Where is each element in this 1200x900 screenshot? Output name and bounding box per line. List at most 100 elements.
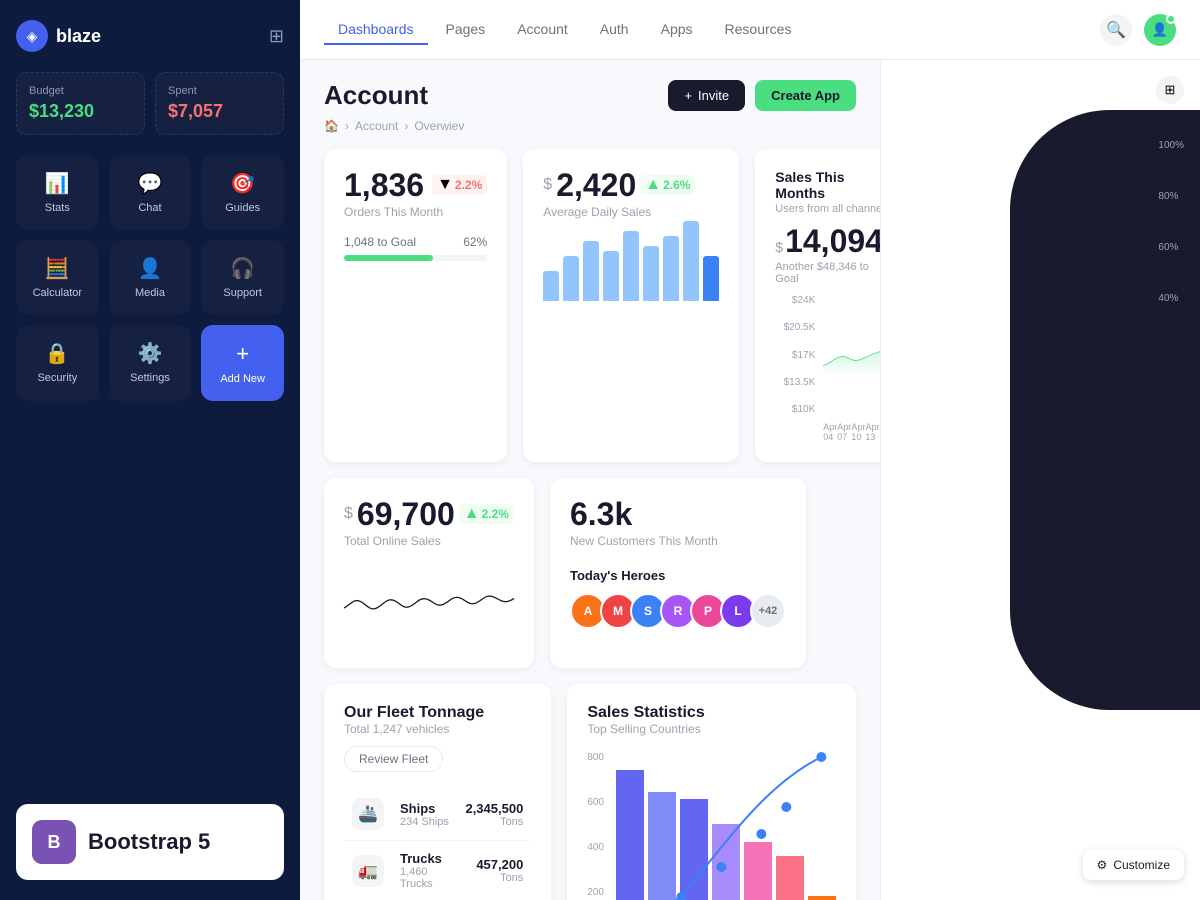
trucks-sub: 1,460 Trucks (400, 866, 449, 890)
progress-header: 1,048 to Goal 62% (344, 235, 487, 249)
breadcrumb-sep1: › (345, 119, 349, 133)
sidebar-item-stats[interactable]: 📊 Stats (16, 155, 99, 230)
orders-change-badge: ▼ 2.2% (432, 175, 487, 195)
media-label: Media (135, 287, 165, 299)
sidebar-item-chat[interactable]: 💬 Chat (109, 155, 192, 230)
x-label-2: Apr 07 (837, 422, 851, 442)
sales-line-chart (823, 295, 880, 415)
mini-bar-4 (623, 231, 639, 301)
sidebar-item-guides[interactable]: 🎯 Guides (201, 155, 284, 230)
table-row: 🚛 Trucks 1,460 Trucks 457,200 Tons (344, 841, 531, 900)
sidebar-item-add-new[interactable]: + Add New (201, 325, 284, 401)
pct-60: 60% (1158, 242, 1184, 253)
table-row: 🚢 Ships 234 Ships 2,345,500 Tons (344, 788, 531, 841)
mini-bar-6 (663, 236, 679, 301)
mini-bar-2 (583, 241, 599, 301)
nav-link-resources[interactable]: Resources (711, 15, 806, 45)
heroes-section: Today's Heroes A M S R P L +42 (570, 568, 786, 629)
sales-month-value: 14,094 (785, 225, 880, 257)
mini-bar-8 (703, 256, 719, 301)
sidebar-header: ◈ blaze ⊞ (16, 20, 284, 52)
page-header: Account + Invite Create App (324, 80, 856, 111)
sidebar-item-support[interactable]: 🎧 Support (201, 240, 284, 315)
stats-grid-2: $ 69,700 ▲ 2.2% Total Online Sales (324, 478, 856, 668)
chart-panel-content: ⊞ 100% 80% 60% 40% ⚙ Customize (881, 60, 1200, 900)
line-overlay (627, 752, 836, 900)
mini-bar-5 (643, 246, 659, 301)
budget-value: $13,230 (29, 101, 132, 122)
sales-stats-sub: Top Selling Countries (587, 722, 836, 736)
bar-y-800: 800 (587, 752, 604, 763)
daily-sales-card: $ 2,420 ▲ 2.6% Average Daily Sales (523, 149, 739, 462)
invite-plus-icon: + (684, 88, 692, 103)
pct-80: 80% (1158, 191, 1184, 202)
pct-40: 40% (1158, 293, 1184, 304)
review-fleet-button[interactable]: Review Fleet (344, 746, 443, 772)
customize-button[interactable]: ⚙ Customize (1083, 850, 1184, 880)
nav-link-apps[interactable]: Apps (647, 15, 707, 45)
search-button[interactable]: 🔍 (1100, 14, 1132, 46)
sales-month-card: Sales This Months Users from all channel… (755, 149, 880, 462)
chart-area (881, 104, 1200, 900)
x-label-3: Apr 10 (851, 422, 865, 442)
sales-month-title: Sales This Months (775, 169, 880, 201)
sidebar-item-security[interactable]: 🔒 Security (16, 325, 99, 401)
invite-button[interactable]: + Invite (668, 80, 745, 111)
daily-sales-prefix: $ (543, 176, 552, 194)
breadcrumb: 🏠 › Account › Overwiev (324, 119, 856, 133)
chart-icon-1[interactable]: ⊞ (1156, 76, 1184, 104)
sales-month-prefix: $ (775, 239, 783, 255)
ships-icon: 🚢 (352, 798, 384, 830)
page-actions: + Invite Create App (668, 80, 856, 111)
heroes-avatars: A M S R P L +42 (570, 593, 786, 629)
y-label-5: $10K (775, 404, 815, 415)
online-sales-prefix: $ (344, 505, 353, 523)
mini-bar-7 (683, 221, 699, 301)
x-label-4: Apr 13 (865, 422, 879, 442)
sales-month-sub: Users from all channels (775, 203, 880, 215)
budget-label: Budget (29, 85, 132, 97)
online-sales-change: 2.2% (482, 507, 509, 521)
page-title: Account (324, 80, 428, 111)
fleet-subtitle: Total 1,247 vehicles (344, 722, 531, 736)
online-sales-card: $ 69,700 ▲ 2.2% Total Online Sales (324, 478, 534, 668)
sidebar: ◈ blaze ⊞ Budget $13,230 Spent $7,057 📊 … (0, 0, 300, 900)
stats-label: Stats (45, 202, 70, 214)
nav-link-auth[interactable]: Auth (586, 15, 643, 45)
nav-link-account[interactable]: Account (503, 15, 582, 45)
sidebar-item-calculator[interactable]: 🧮 Calculator (16, 240, 99, 315)
bootstrap-label: Bootstrap 5 (88, 829, 210, 855)
mini-bar-0 (543, 271, 559, 301)
online-sales-arrow: ▲ (464, 505, 480, 523)
logo-area: ◈ blaze (16, 20, 101, 52)
support-label: Support (223, 287, 262, 299)
ships-unit: Tons (465, 816, 523, 828)
daily-sales-label: Average Daily Sales (543, 205, 719, 219)
mini-bar-chart (543, 231, 719, 301)
logo-icon: ◈ (16, 20, 48, 52)
daily-sales-value: 2,420 (556, 169, 636, 201)
orders-card: 1,836 ▼ 2.2% Orders This Month 1,048 to … (324, 149, 507, 462)
spent-card: Spent $7,057 (155, 72, 284, 135)
sidebar-item-media[interactable]: 👤 Media (109, 240, 192, 315)
sidebar-item-settings[interactable]: ⚙️ Settings (109, 325, 192, 401)
sidebar-menu-icon[interactable]: ⊞ (269, 26, 284, 47)
x-label-1: Apr 04 (823, 422, 837, 442)
nav-link-pages[interactable]: Pages (432, 15, 500, 45)
page-area: Account + Invite Create App 🏠 › Account … (300, 60, 1200, 900)
mini-bar-1 (563, 256, 579, 301)
customers-value: 6.3k (570, 498, 632, 530)
ships-sub: 234 Ships (400, 816, 449, 828)
heroes-title: Today's Heroes (570, 568, 786, 583)
user-avatar[interactable]: 👤 (1144, 14, 1176, 46)
ships-name: Ships (400, 801, 449, 816)
hero-avatar-count: +42 (750, 593, 786, 629)
bar-y-400: 400 (587, 842, 604, 853)
orders-change-arrow: ▼ (437, 176, 453, 194)
daily-sales-arrow: ▲ (645, 176, 661, 194)
create-app-button[interactable]: Create App (755, 80, 856, 111)
support-icon: 🎧 (230, 256, 255, 281)
goal-pct: 62% (463, 235, 487, 249)
nav-grid: 📊 Stats 💬 Chat 🎯 Guides 🧮 Calculator 👤 M… (16, 155, 284, 401)
nav-link-dashboards[interactable]: Dashboards (324, 15, 428, 45)
